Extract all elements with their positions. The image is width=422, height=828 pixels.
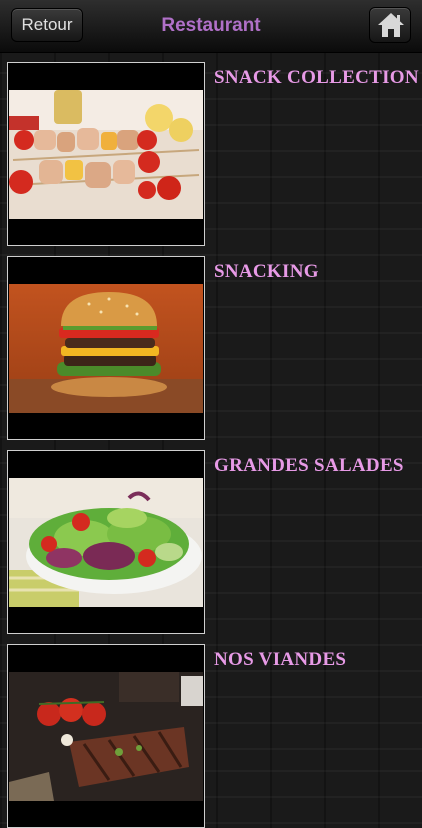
home-button[interactable] — [369, 7, 411, 43]
list-item[interactable]: SNACKING — [0, 246, 422, 440]
category-thumbnail[interactable] — [7, 62, 205, 246]
navigation-bar: Retour Restaurant — [0, 0, 422, 53]
category-thumbnail[interactable] — [7, 450, 205, 634]
steak-photo — [9, 672, 203, 801]
home-icon — [378, 13, 404, 37]
list-item[interactable]: SNACK COLLECTION — [0, 52, 422, 246]
chicken-skewers-photo — [9, 90, 203, 219]
burger-photo — [9, 284, 203, 413]
list-item[interactable]: GRANDES SALADES — [0, 440, 422, 634]
category-label[interactable]: SNACK COLLECTION — [214, 64, 420, 92]
category-thumbnail[interactable] — [7, 256, 205, 440]
category-thumbnail[interactable] — [7, 644, 205, 828]
list-item[interactable]: NOS VIANDES — [0, 634, 422, 828]
category-label[interactable]: NOS VIANDES — [214, 646, 420, 674]
category-label[interactable]: GRANDES SALADES — [214, 452, 420, 480]
salad-photo — [9, 478, 203, 607]
category-label[interactable]: SNACKING — [214, 258, 420, 286]
page-title: Restaurant — [161, 15, 261, 36]
